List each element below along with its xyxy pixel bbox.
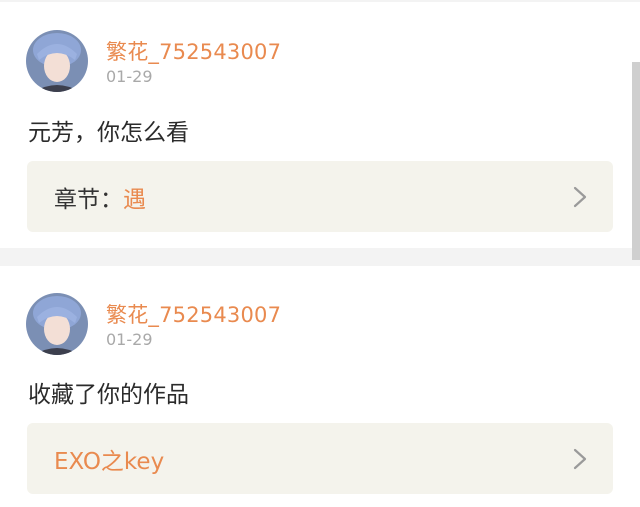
username[interactable]: 繁花_752543007 xyxy=(106,299,281,329)
avatar[interactable] xyxy=(26,30,88,92)
notification-feed: 繁花_752543007 01-29 元芳，你怎么看 章节： 遇 繁花_7525… xyxy=(0,0,640,507)
avatar[interactable] xyxy=(26,293,88,355)
timestamp: 01-29 xyxy=(106,330,153,349)
chevron-right-icon xyxy=(573,448,587,470)
timestamp: 01-29 xyxy=(106,67,153,86)
ref-title: 遇 xyxy=(123,186,146,213)
message-text: 元芳，你怎么看 xyxy=(28,120,189,146)
ref-label: 章节： xyxy=(54,186,123,213)
work-link[interactable]: EXO之key xyxy=(27,423,613,494)
chevron-right-icon xyxy=(573,186,587,208)
scrollbar[interactable] xyxy=(632,62,640,260)
notification-card: 繁花_752543007 01-29 收藏了你的作品 EXO之key xyxy=(0,266,640,507)
message-text: 收藏了你的作品 xyxy=(28,382,189,408)
ref-title: EXO之key xyxy=(54,448,165,475)
chapter-link[interactable]: 章节： 遇 xyxy=(27,161,613,232)
notification-card: 繁花_752543007 01-29 元芳，你怎么看 章节： 遇 xyxy=(0,2,640,248)
username[interactable]: 繁花_752543007 xyxy=(106,36,281,66)
